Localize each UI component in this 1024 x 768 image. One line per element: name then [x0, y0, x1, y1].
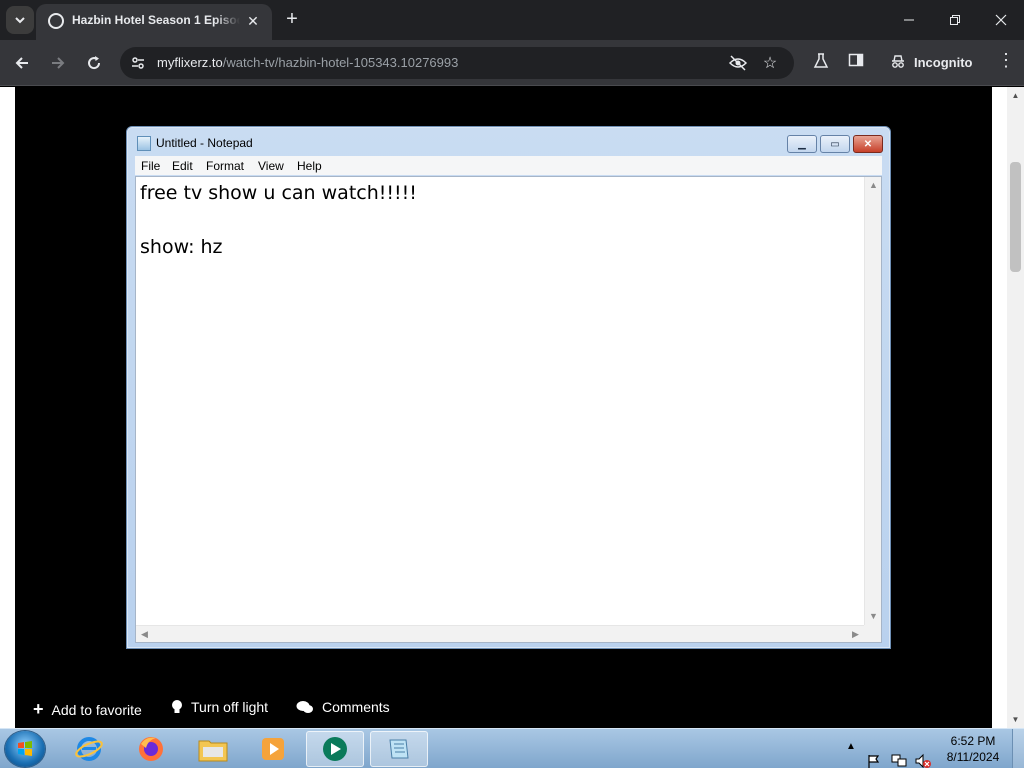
screen: Hazbin Hotel Season 1 Episode 1 ✕ + myfl…: [0, 0, 1024, 768]
lightbulb-icon: [172, 700, 182, 713]
notepad-vertical-scrollbar[interactable]: ▲ ▼: [864, 177, 881, 626]
notepad-text-area[interactable]: free tv show u can watch!!!!! show: hz ▲…: [135, 176, 882, 643]
url-text: myflixerz.to/watch-tv/hazbin-hotel-10534…: [157, 55, 458, 70]
volume-muted-icon[interactable]: [914, 741, 932, 768]
page-scrollbar-thumb[interactable]: [1010, 162, 1021, 272]
close-window-button[interactable]: [978, 0, 1024, 40]
notepad-horizontal-scrollbar[interactable]: ◀ ▶: [136, 625, 865, 642]
down-arrow-icon[interactable]: ▼: [869, 611, 878, 621]
clock-time: 6:52 PM: [950, 734, 996, 748]
internet-explorer-icon: [75, 737, 103, 761]
new-tab-button[interactable]: +: [282, 9, 302, 29]
left-arrow-icon[interactable]: ◀: [141, 629, 148, 640]
menu-edit[interactable]: Edit: [172, 159, 193, 173]
close-icon: [995, 14, 1007, 26]
notepad-icon: [137, 136, 151, 151]
notepad-taskbar-button[interactable]: [370, 731, 428, 767]
browser-tab[interactable]: Hazbin Hotel Season 1 Episode 1 ✕: [36, 4, 272, 40]
restore-icon: [950, 15, 960, 25]
video-app-icon: [323, 737, 347, 761]
incognito-label: Incognito: [914, 54, 973, 70]
comments-label: Comments: [322, 699, 390, 715]
side-panel-icon[interactable]: [848, 52, 864, 73]
notepad-title: Untitled - Notepad: [156, 136, 253, 150]
eye-slash-icon[interactable]: [728, 53, 748, 73]
firefox-taskbar-button[interactable]: [122, 731, 180, 767]
show-desktop-button[interactable]: [1012, 729, 1024, 768]
forward-button[interactable]: [44, 49, 72, 77]
system-clock[interactable]: 6:52 PM 8/11/2024: [944, 729, 1002, 768]
start-button[interactable]: [5, 731, 45, 767]
notepad-close-button[interactable]: ✕: [853, 135, 883, 153]
bookmark-star-icon[interactable]: ☆: [760, 53, 780, 73]
tab-search-button[interactable]: [6, 6, 34, 34]
windows-logo-icon: [18, 741, 32, 756]
firefox-icon: [139, 737, 163, 761]
menu-view[interactable]: View: [258, 159, 284, 173]
forward-arrow-icon: [52, 57, 65, 69]
reload-button[interactable]: [80, 49, 108, 77]
minimize-icon: [904, 19, 914, 21]
scroll-down-arrow-icon[interactable]: ▼: [1010, 714, 1021, 725]
labs-flask-icon[interactable]: [812, 52, 830, 75]
notepad-window[interactable]: Untitled - Notepad ▁ ▭ ✕ File Edit Forma…: [126, 126, 891, 649]
film-reel-icon: [48, 13, 64, 29]
clock-date: 8/11/2024: [946, 750, 1000, 764]
notepad-menubar: File Edit Format View Help: [135, 156, 882, 175]
notepad-app-icon: [389, 739, 409, 759]
windows-taskbar: ▲ 6:52 PM 8/11/2024: [0, 728, 1024, 768]
add-favorite-button[interactable]: + Add to favorite: [33, 699, 142, 720]
notepad-titlebar[interactable]: Untitled - Notepad ▁ ▭ ✕: [127, 127, 890, 157]
minimize-button[interactable]: [886, 0, 932, 40]
incognito-icon: [892, 55, 904, 68]
url-path: /watch-tv/hazbin-hotel-105343.10276993: [222, 55, 459, 70]
video-app-taskbar-button[interactable]: [306, 731, 364, 767]
media-player-taskbar-button[interactable]: [244, 731, 302, 767]
incognito-indicator[interactable]: Incognito: [890, 54, 973, 70]
address-bar[interactable]: myflixerz.to/watch-tv/hazbin-hotel-10534…: [120, 47, 794, 79]
menu-format[interactable]: Format: [206, 159, 244, 173]
notepad-minimize-button[interactable]: ▁: [787, 135, 817, 153]
notepad-maximize-button[interactable]: ▭: [820, 135, 850, 153]
turn-off-light-button[interactable]: Turn off light: [171, 699, 268, 715]
back-button[interactable]: [8, 49, 36, 77]
menu-help[interactable]: Help: [297, 159, 322, 173]
network-icon[interactable]: [890, 741, 908, 768]
up-arrow-icon[interactable]: ▲: [869, 180, 878, 190]
folder-icon: [198, 740, 228, 762]
internet-explorer-taskbar-button[interactable]: [60, 731, 118, 767]
browser-toolbar: myflixerz.to/watch-tv/hazbin-hotel-10534…: [0, 40, 1024, 86]
right-arrow-icon[interactable]: ▶: [852, 629, 859, 640]
action-center-flag-icon[interactable]: [866, 741, 882, 768]
text-line-1: free tv show u can watch!!!!!: [140, 182, 417, 204]
media-player-icon: [262, 738, 284, 760]
plus-icon: +: [33, 699, 44, 719]
site-settings-icon: [132, 57, 144, 69]
url-host: myflixerz.to: [157, 55, 223, 70]
text-line-3: show: hz: [140, 236, 223, 258]
menu-file[interactable]: File: [141, 159, 160, 173]
browser-menu-icon[interactable]: ⋮: [997, 50, 1015, 71]
close-tab-icon[interactable]: ✕: [244, 12, 262, 30]
browser-tabstrip: Hazbin Hotel Season 1 Episode 1 ✕ +: [0, 0, 1024, 40]
tab-title: Hazbin Hotel Season 1 Episode 1: [72, 13, 240, 27]
resize-grip-icon[interactable]: [864, 625, 881, 642]
comments-icon: [296, 701, 313, 713]
turn-off-light-label: Turn off light: [191, 699, 269, 715]
add-favorite-label: Add to favorite: [51, 701, 142, 718]
reload-icon: [88, 56, 101, 70]
comments-button[interactable]: Comments: [296, 699, 390, 715]
chevron-down-icon: [15, 17, 25, 24]
scroll-up-arrow-icon[interactable]: ▲: [1010, 90, 1021, 101]
show-hidden-icons-icon[interactable]: ▲: [846, 741, 856, 768]
back-arrow-icon: [15, 57, 28, 69]
explorer-taskbar-button[interactable]: [184, 731, 242, 767]
restore-button[interactable]: [932, 0, 978, 40]
